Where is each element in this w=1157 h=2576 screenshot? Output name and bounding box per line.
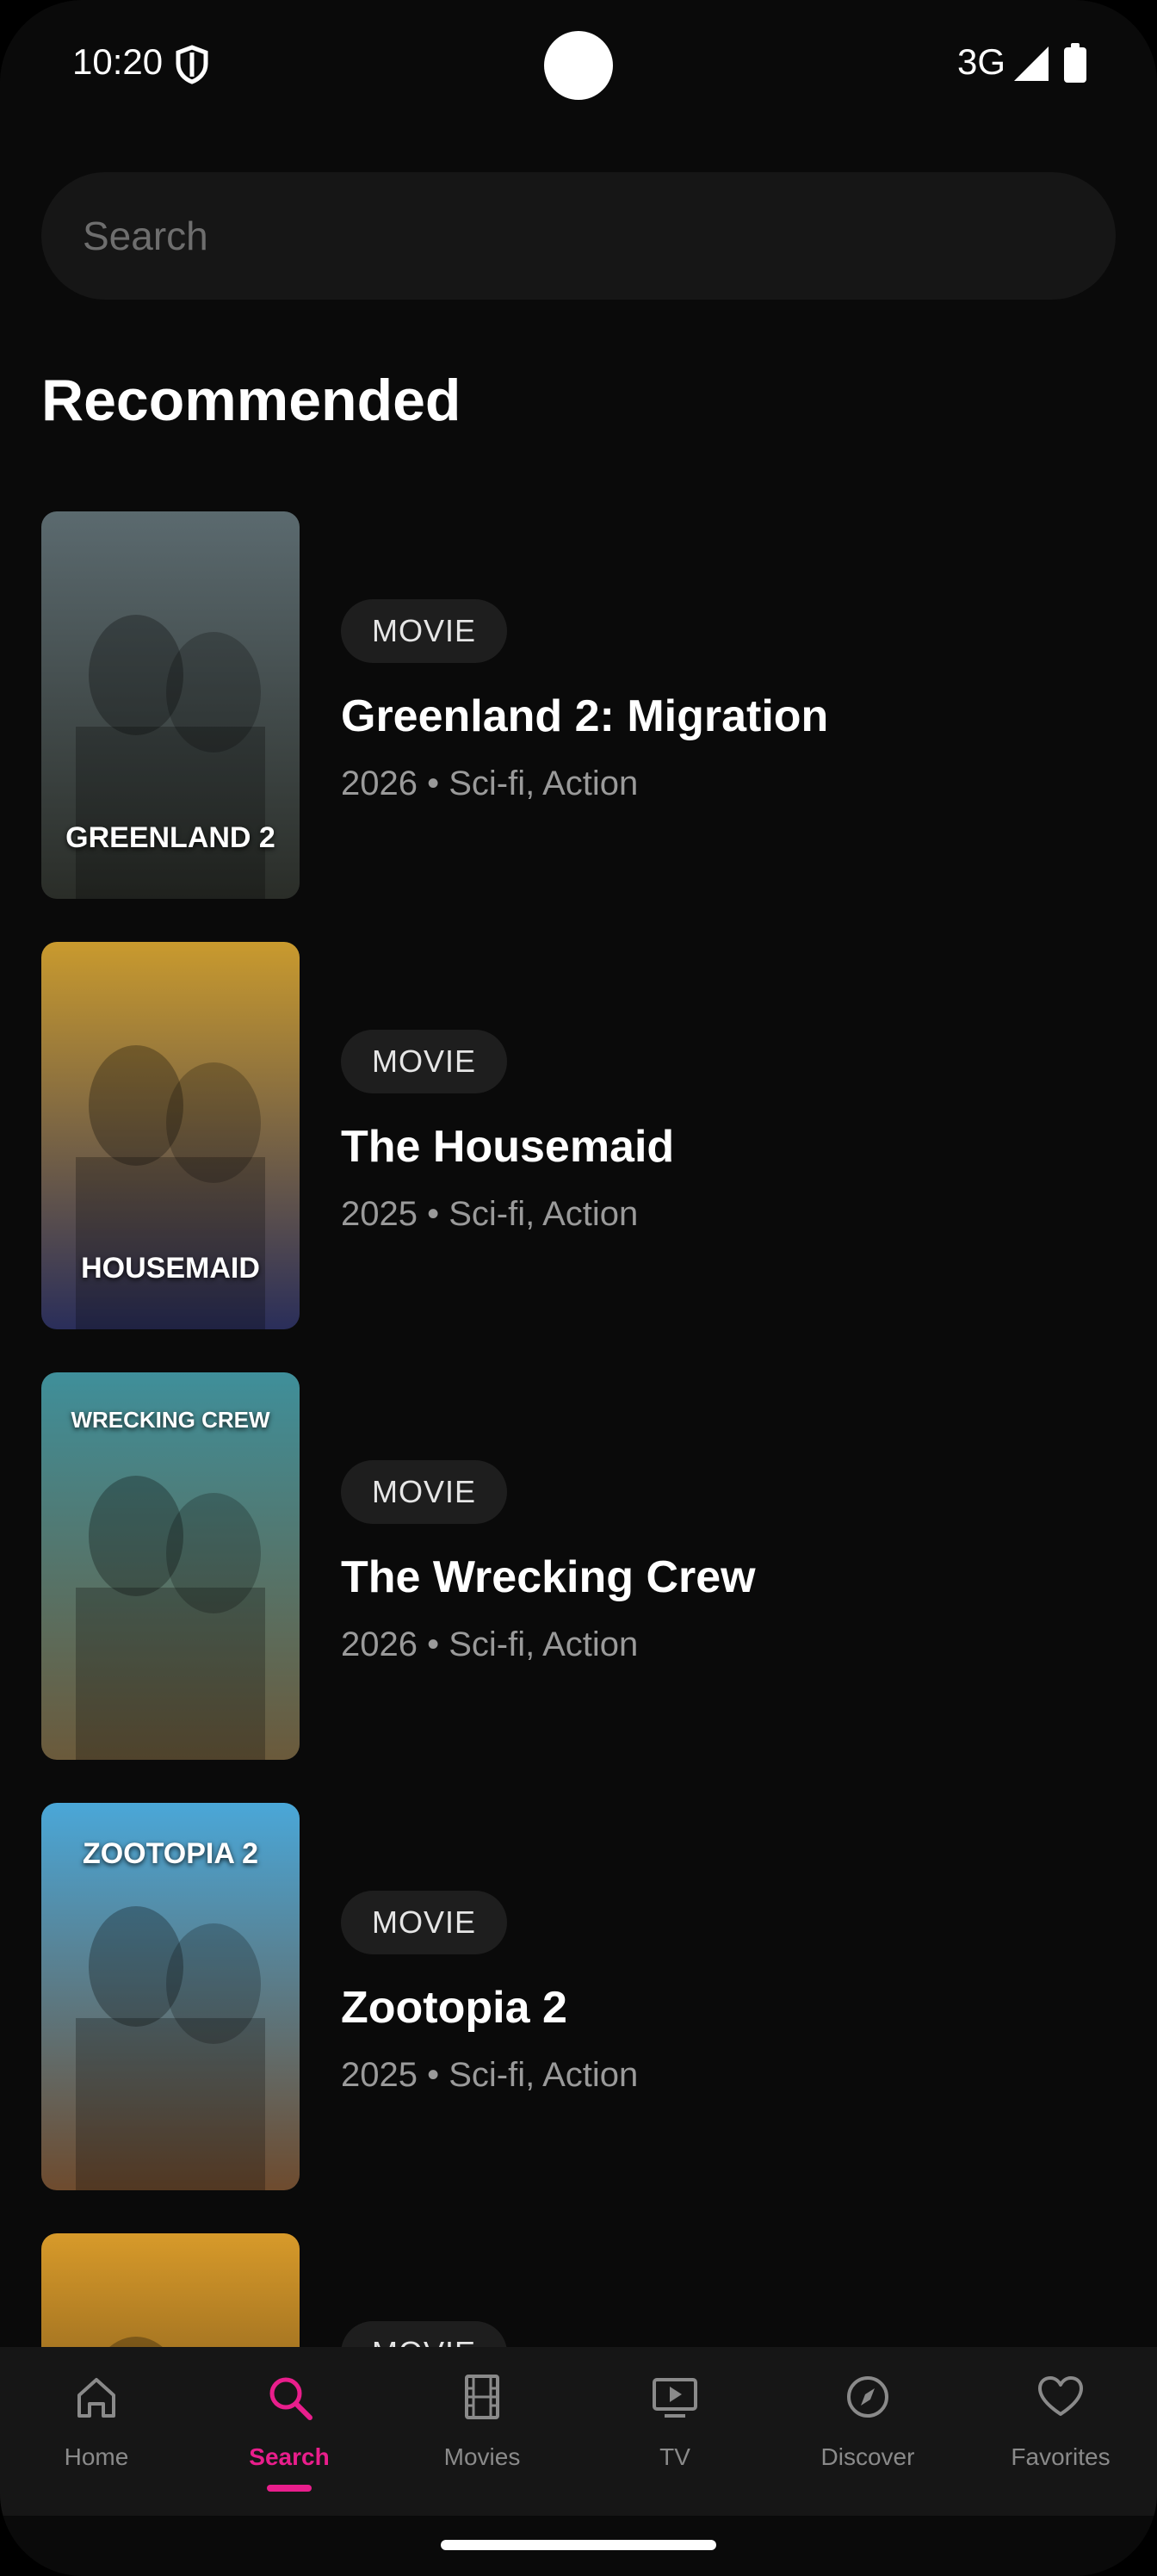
nav-label: Movies [443, 2443, 521, 2470]
movie-poster[interactable]: WRECKING CREW [41, 1372, 300, 1760]
heart-icon [1038, 2376, 1083, 2416]
movie-meta: 2026 • Sci-fi, Action [341, 765, 639, 802]
search-icon [269, 2377, 312, 2420]
recommended-list[interactable]: GREENLAND 2 MOVIE Greenland 2: Migration 20… [0, 511, 1157, 2347]
status-bar: 10:20 3G [0, 0, 1157, 129]
media-type-badge: MOVIE [341, 2321, 508, 2347]
nav-item-search[interactable]: Search [193, 2347, 386, 2516]
media-type-badge: MOVIE [341, 1891, 508, 1954]
poster-title-text: GREENLAND 2 [65, 821, 275, 854]
status-time: 10:20 [72, 41, 164, 82]
movie-poster[interactable]: ZOOTOPIA 2 [41, 1803, 300, 2190]
movie-card[interactable]: MOVIE [41, 2233, 1117, 2347]
movie-card[interactable]: ZOOTOPIA 2 MOVIE Zootopia 2 2025 • Sci-fi, … [41, 1803, 1117, 2190]
tv-icon [653, 2378, 697, 2418]
home-indicator[interactable] [441, 2540, 716, 2550]
nav-label: Search [249, 2443, 330, 2470]
nav-item-discover[interactable]: Discover [771, 2347, 964, 2516]
movie-title[interactable]: The Wrecking Crew [341, 1551, 756, 1603]
nav-label: Home [64, 2443, 129, 2470]
movie-meta: 2025 • Sci-fi, Action [341, 2056, 639, 2094]
app-screen: 10:20 3G Recommended GREENLAND 2 MOVIE Gre… [0, 0, 1157, 2576]
nav-item-tv[interactable]: TV [578, 2347, 771, 2516]
search-bar[interactable] [41, 172, 1116, 300]
signal-icon [1014, 46, 1049, 81]
compass-icon [847, 2376, 888, 2418]
battery-icon [1064, 43, 1086, 83]
nav-item-home[interactable]: Home [0, 2347, 193, 2516]
movie-poster[interactable]: GREENLAND 2 [41, 511, 300, 899]
movie-meta: 2026 • Sci-fi, Action [341, 1625, 639, 1663]
search-input[interactable] [83, 172, 1073, 300]
media-type-badge: MOVIE [341, 599, 508, 663]
poster-title-text: WRECKING CREW [71, 1407, 270, 1433]
nav-label: TV [659, 2443, 690, 2470]
nav-item-movies[interactable]: Movies [386, 2347, 578, 2516]
movie-card[interactable]: HOUSEMAID MOVIE The Housemaid 2025 • Sci-fi… [41, 942, 1117, 1329]
movie-title[interactable]: The Housemaid [341, 1121, 674, 1173]
movie-title[interactable]: Zootopia 2 [341, 1982, 567, 2034]
movie-card[interactable]: WRECKING CREW MOVIE The Wrecking Crew 2026 … [41, 1372, 1117, 1760]
shield-icon [176, 45, 208, 84]
nav-item-favorites[interactable]: Favorites [964, 2347, 1157, 2516]
poster-title-text: ZOOTOPIA 2 [82, 1837, 259, 1870]
nav-label: Favorites [1011, 2443, 1111, 2470]
movie-meta: 2025 • Sci-fi, Action [341, 1195, 639, 1233]
camera-cutout [544, 31, 613, 100]
movie-title[interactable]: Greenland 2: Migration [341, 690, 828, 742]
poster-title-text: HOUSEMAID [81, 1252, 260, 1285]
media-type-badge: MOVIE [341, 1030, 508, 1093]
movie-poster[interactable] [41, 2233, 300, 2347]
movie-poster[interactable]: HOUSEMAID [41, 942, 300, 1329]
section-title: Recommended [41, 368, 461, 433]
nav-label: Discover [820, 2443, 915, 2470]
active-tab-indicator [267, 2485, 312, 2492]
media-type-badge: MOVIE [341, 1460, 508, 1524]
home-icon [77, 2378, 115, 2418]
network-type: 3G [957, 41, 1006, 82]
movie-card[interactable]: GREENLAND 2 MOVIE Greenland 2: Migration 20… [41, 511, 1117, 899]
film-icon [465, 2375, 499, 2419]
bottom-navigation: Home Search Movies TV Discover Favorites [0, 2347, 1157, 2516]
